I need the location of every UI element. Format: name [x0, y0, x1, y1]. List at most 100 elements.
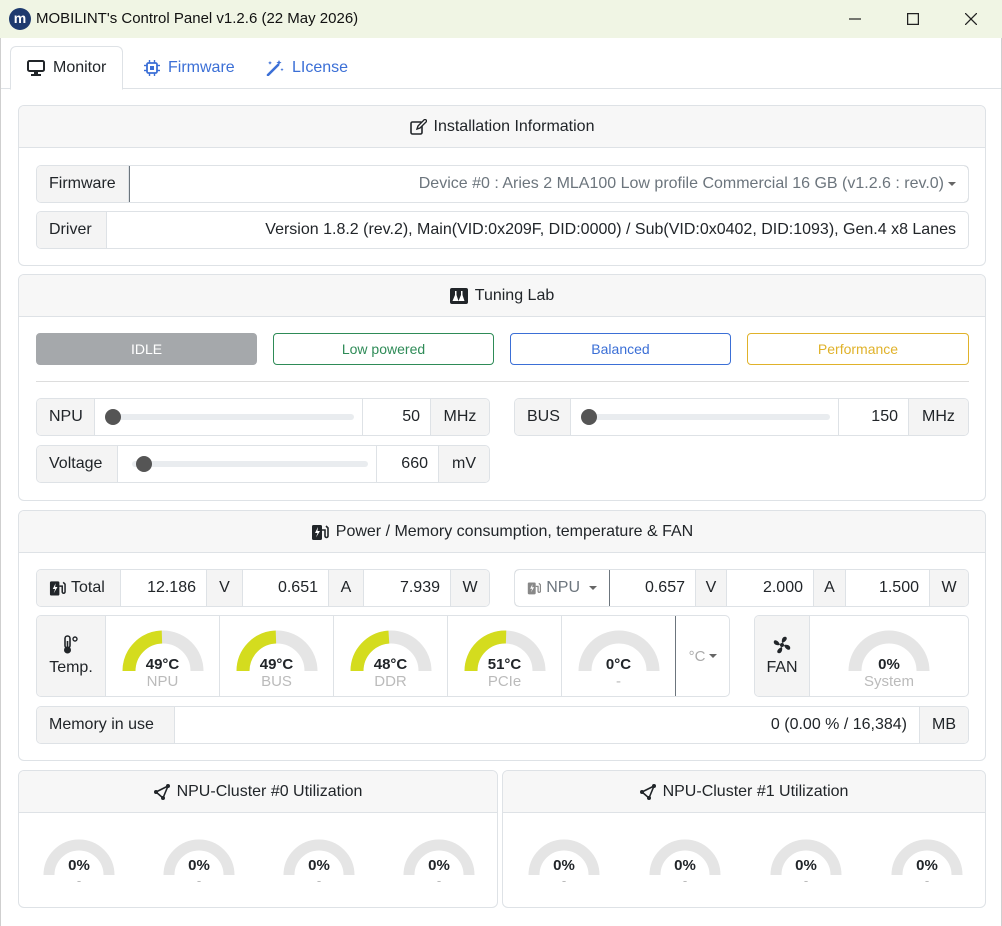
- fan-label-cell: FAN: [755, 616, 810, 696]
- tuning-lab-title: Tuning Lab: [474, 286, 555, 304]
- gauge-value: 51°C: [487, 656, 522, 673]
- cluster1-core-3-gauge: 0% -: [891, 831, 963, 891]
- bus-clock-slider[interactable]: [571, 399, 839, 435]
- gauge-value: 0%: [68, 857, 90, 874]
- idle-button[interactable]: IDLE: [36, 333, 257, 365]
- temp-gauge-bus: 49°C BUS: [220, 616, 334, 696]
- power-card: Power / Memory consumption, temperature …: [18, 510, 986, 761]
- voltage-group: Voltage 660 mV: [36, 445, 490, 483]
- gauge-value: 0%: [674, 857, 696, 874]
- gauge-value: 0%: [188, 857, 210, 874]
- bus-clock-label: BUS: [515, 399, 571, 435]
- temp-unit-select[interactable]: °C: [675, 616, 729, 696]
- cluster1-title: NPU-Cluster #1 Utilization: [662, 782, 849, 800]
- voltage-value[interactable]: 660: [377, 446, 439, 482]
- cluster0-core-0-gauge: 0% -: [43, 831, 115, 891]
- gauge-label: -: [561, 873, 567, 888]
- temperature-group: Temp. 49°C NPU 49°C BUS 48°C DDR 51°C PCIe 0°C - …: [36, 615, 730, 697]
- gauge-value: 0%: [795, 857, 817, 874]
- npu-power-select[interactable]: NPU: [515, 570, 610, 606]
- gauge-value: 49°C: [259, 656, 294, 673]
- thermometer-icon: [64, 635, 78, 654]
- gauge-value: 0%: [878, 656, 900, 673]
- tab-bar: Monitor Firmware LIcense: [1, 38, 1001, 90]
- cluster1-card: NPU-Cluster #1 Utilization 0% -0% -0% -0% -: [502, 770, 986, 908]
- tuning-lab-header: Tuning Lab: [19, 275, 985, 317]
- gauge-label: -: [616, 673, 621, 690]
- gauge-value: 48°C: [373, 656, 408, 673]
- voltage-label: Voltage: [37, 446, 118, 482]
- gauge-label: -: [316, 873, 322, 888]
- installation-title: Installation Information: [433, 117, 595, 135]
- fan-icon: [773, 636, 791, 654]
- firmware-select[interactable]: Device #0 : Aries 2 MLA100 Low profile C…: [129, 166, 968, 202]
- flask-icon: [449, 287, 468, 304]
- voltage-slider-thumb[interactable]: [135, 456, 152, 472]
- firmware-select-value: Device #0 : Aries 2 MLA100 Low profile C…: [418, 175, 944, 192]
- installation-card: Installation Information Firmware Device…: [18, 105, 986, 266]
- bus-clock-value[interactable]: 150: [839, 399, 909, 435]
- gauge-label: PCIe: [487, 673, 522, 690]
- cluster1-core-2-gauge: 0% -: [770, 831, 842, 891]
- nodes-icon: [153, 783, 170, 800]
- bus-clock-group: BUS 150 MHz: [514, 398, 969, 436]
- npu-voltage-unit: V: [696, 570, 727, 606]
- temp-gauge-ddr: 48°C DDR: [334, 616, 448, 696]
- cluster0-header: NPU-Cluster #0 Utilization: [19, 771, 497, 813]
- monitor-icon: [27, 60, 45, 76]
- npu-power-unit: W: [930, 570, 968, 606]
- gauge-label: -: [76, 873, 82, 888]
- minimize-button[interactable]: [826, 0, 884, 38]
- gauge-label: -: [924, 873, 930, 888]
- title-bar: m MOBILINT's Control Panel v1.2.6 (22 Ma…: [0, 0, 1002, 38]
- fan-group: FAN 0% System: [754, 615, 969, 697]
- tab-firmware[interactable]: Firmware: [128, 46, 251, 90]
- low-powered-button[interactable]: Low powered: [273, 333, 494, 365]
- gauge-value: 0°C: [605, 656, 632, 673]
- app-body: Monitor Firmware LIcense Installation In…: [0, 38, 1002, 926]
- voltage-slider[interactable]: [118, 446, 377, 482]
- total-label: Total: [71, 579, 105, 596]
- charging-station-icon: [49, 581, 66, 596]
- close-button[interactable]: [942, 0, 1000, 38]
- total-current-unit: A: [329, 570, 364, 606]
- gauge-label: DDR: [374, 673, 407, 690]
- cluster0-core-2-gauge: 0% -: [283, 831, 355, 891]
- bus-clock-slider-thumb[interactable]: [581, 409, 597, 425]
- cluster0-card: NPU-Cluster #0 Utilization 0% -0% -0% -0% -: [18, 770, 498, 908]
- performance-button[interactable]: Performance: [747, 333, 969, 365]
- tab-license[interactable]: LIcense: [250, 46, 364, 90]
- temperature-label: Temp.: [49, 659, 93, 676]
- driver-value: Version 1.8.2 (rev.2), Main(VID:0x209F, …: [265, 221, 956, 238]
- gauge-label: System: [863, 673, 914, 690]
- npu-power: 1.500: [846, 570, 930, 606]
- close-icon: [965, 13, 977, 25]
- nodes-icon: [639, 783, 656, 800]
- divider: [36, 381, 969, 382]
- npu-clock-slider[interactable]: [95, 399, 363, 435]
- gauge-value: 49°C: [145, 656, 180, 673]
- power-header: Power / Memory consumption, temperature …: [19, 511, 985, 553]
- gauge-label: -: [682, 873, 688, 888]
- npu-clock-slider-thumb[interactable]: [105, 409, 121, 425]
- temp-gauge-empty: 0°C -: [562, 616, 676, 696]
- gauge-label: NPU: [146, 673, 179, 690]
- npu-clock-group: NPU 50 MHz: [36, 398, 490, 436]
- gauge-label: -: [436, 873, 442, 888]
- tab-monitor[interactable]: Monitor: [10, 46, 124, 90]
- total-voltage: 12.186: [121, 570, 207, 606]
- balanced-button[interactable]: Balanced: [510, 333, 731, 365]
- npu-voltage: 0.657: [610, 570, 696, 606]
- npu-clock-value[interactable]: 50: [363, 399, 431, 435]
- cluster1-core-1-gauge: 0% -: [649, 831, 721, 891]
- fan-label: FAN: [766, 659, 798, 676]
- memory-value: 0 (0.00 % / 16,384): [175, 707, 920, 743]
- maximize-button[interactable]: [884, 0, 942, 38]
- chevron-down-icon: [589, 586, 597, 590]
- total-power-unit: W: [451, 570, 489, 606]
- cluster0-core-1-gauge: 0% -: [163, 831, 235, 891]
- installation-header: Installation Information: [19, 106, 985, 148]
- chevron-down-icon: [948, 182, 956, 186]
- cluster0-title: NPU-Cluster #0 Utilization: [176, 782, 363, 800]
- app-logo-icon: m: [9, 8, 31, 30]
